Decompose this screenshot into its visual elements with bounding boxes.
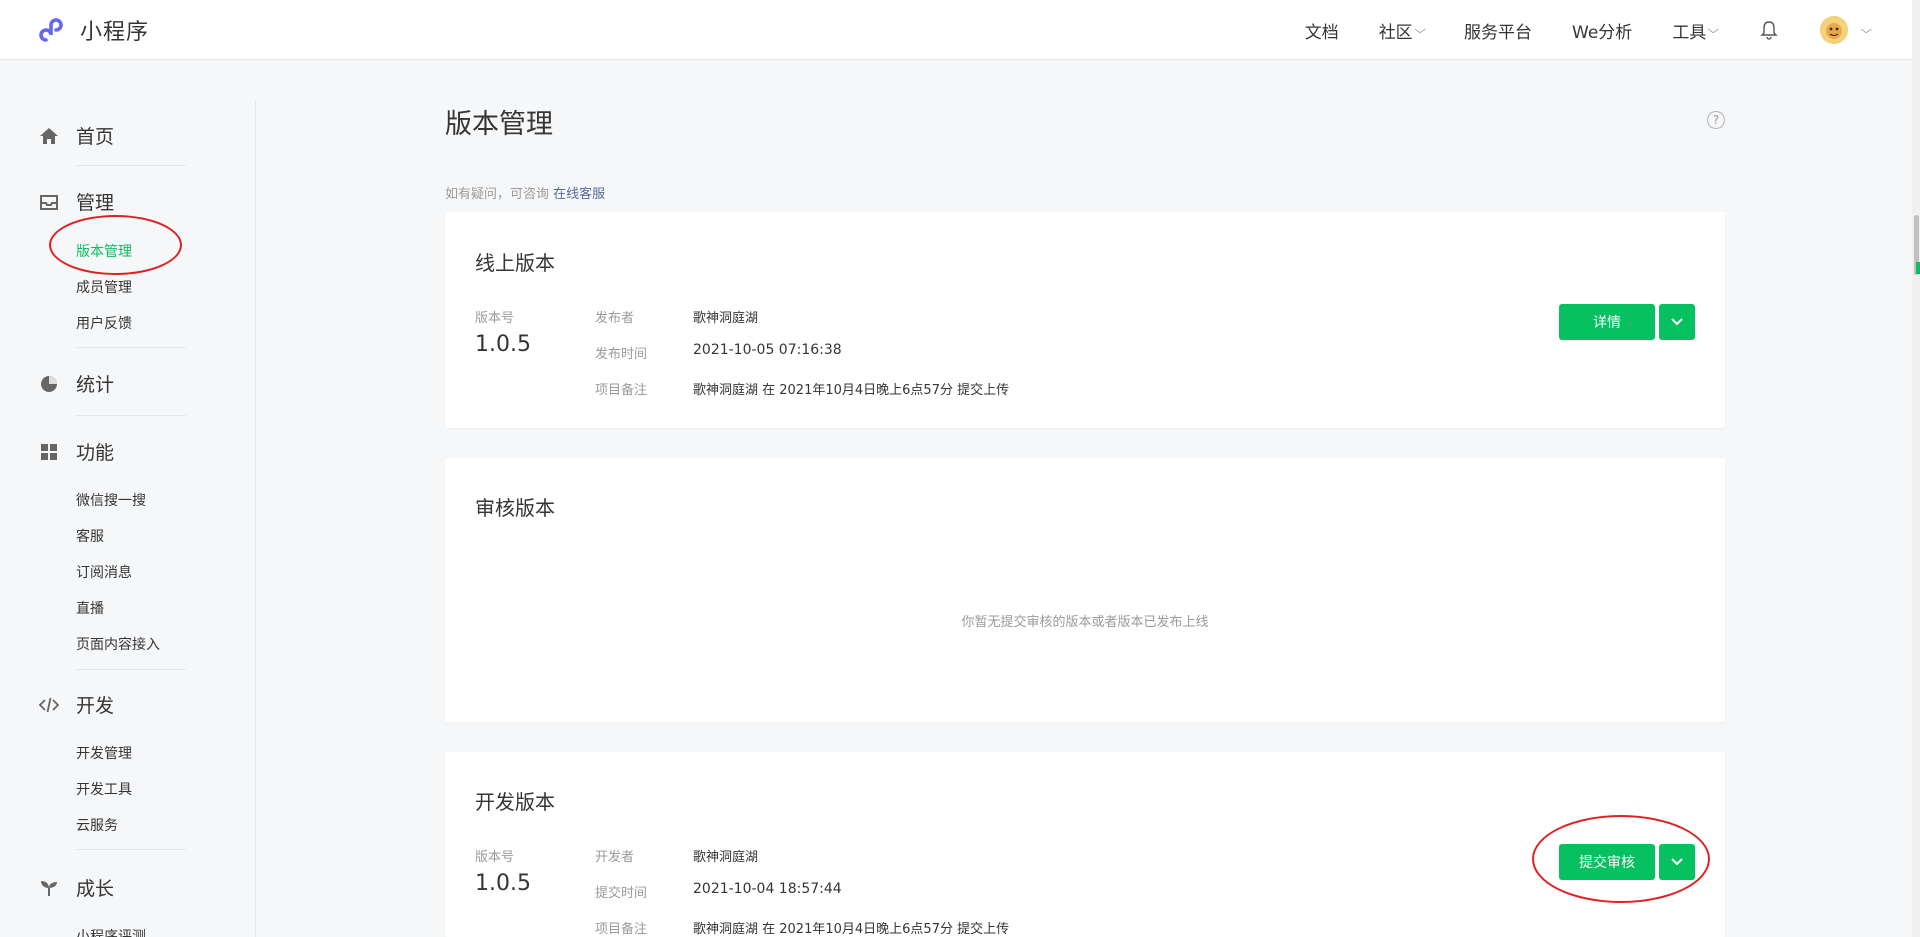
online-version-card: 线上版本 版本号 1.0.5 发布者 歌神洞庭湖 发布时间 2021-10-05… bbox=[445, 212, 1725, 428]
version-label: 版本号 bbox=[475, 850, 515, 865]
code-icon bbox=[38, 694, 60, 716]
home-icon bbox=[38, 125, 60, 147]
sidebar-home[interactable]: 首页 bbox=[38, 122, 114, 149]
sidebar-manage[interactable]: 管理 bbox=[38, 188, 114, 215]
help-icon[interactable]: ? bbox=[1707, 111, 1725, 129]
dev-more-dropdown[interactable] bbox=[1659, 844, 1695, 880]
chevron-down-icon bbox=[1671, 858, 1683, 866]
sidebar-home-label: 首页 bbox=[76, 126, 115, 148]
sidebar-item-wechat-search[interactable]: 微信搜一搜 bbox=[76, 490, 146, 510]
page-title: 版本管理 bbox=[445, 109, 553, 140]
top-bar: 小程序 文档 社区 ⌵ 服务平台 We分析 工具 ⌵ ⌵ bbox=[0, 0, 1912, 60]
field-value-remark: 歌神洞庭湖 在 2021年10月4日晚上6点57分 提交上传 bbox=[693, 922, 1010, 937]
logo[interactable]: 小程序 bbox=[38, 13, 149, 47]
divider bbox=[76, 415, 186, 416]
nav-tools-label: 工具 bbox=[1672, 22, 1707, 43]
field-value-publish-time: 2021-10-05 07:16:38 bbox=[693, 342, 842, 358]
sidebar-stats-label: 统计 bbox=[76, 374, 115, 396]
sidebar-item-evaluation[interactable]: 小程序评测 bbox=[76, 926, 146, 937]
avatar-image bbox=[1819, 16, 1848, 44]
inbox-icon bbox=[38, 191, 60, 213]
field-key-publish-time: 发布时间 bbox=[595, 347, 648, 362]
divider bbox=[76, 849, 186, 850]
sprout-icon bbox=[38, 877, 60, 899]
field-key-developer: 开发者 bbox=[595, 850, 635, 865]
field-key-remark: 项目备注 bbox=[595, 922, 648, 937]
field-key-submit-time: 提交时间 bbox=[595, 886, 648, 901]
nav-tools[interactable]: 工具 ⌵ bbox=[1672, 18, 1720, 43]
sidebar-item-page-content[interactable]: 页面内容接入 bbox=[76, 634, 160, 654]
online-more-dropdown[interactable] bbox=[1659, 304, 1695, 340]
divider bbox=[76, 165, 186, 166]
sidebar-item-member-management[interactable]: 成员管理 bbox=[76, 277, 132, 297]
submit-review-button[interactable]: 提交审核 bbox=[1559, 844, 1655, 880]
nav-docs[interactable]: 文档 bbox=[1305, 18, 1339, 43]
sidebar-features[interactable]: 功能 bbox=[38, 438, 114, 465]
field-key-remark: 项目备注 bbox=[595, 383, 648, 398]
sidebar-item-cloud-service[interactable]: 云服务 bbox=[76, 815, 118, 835]
field-value-developer: 歌神洞庭湖 bbox=[693, 850, 759, 865]
review-empty-text: 你暂无提交审核的版本或者版本已发布上线 bbox=[961, 615, 1209, 630]
divider bbox=[76, 669, 186, 670]
help-tip: 如有疑问，可咨询 在线客服 bbox=[445, 183, 605, 202]
field-key-publisher: 发布者 bbox=[595, 311, 635, 326]
chevron-down-icon bbox=[1671, 318, 1683, 326]
bell-icon[interactable] bbox=[1758, 19, 1780, 41]
sidebar-dev[interactable]: 开发 bbox=[38, 691, 114, 718]
review-version-card: 审核版本 你暂无提交审核的版本或者版本已发布上线 bbox=[445, 458, 1725, 722]
field-value-remark: 歌神洞庭湖 在 2021年10月4日晚上6点57分 提交上传 bbox=[693, 383, 1010, 398]
sidebar-dev-label: 开发 bbox=[76, 695, 115, 717]
sidebar-growth-label: 成长 bbox=[76, 878, 115, 900]
dev-version-title: 开发版本 bbox=[475, 790, 555, 814]
nav-community[interactable]: 社区 ⌵ bbox=[1378, 18, 1426, 43]
field-value-submit-time: 2021-10-04 18:57:44 bbox=[693, 881, 842, 897]
chevron-down-icon: ⌵ bbox=[1707, 23, 1720, 36]
grid-icon bbox=[38, 441, 60, 463]
online-version-title: 线上版本 bbox=[475, 251, 555, 275]
version-number: 1.0.5 bbox=[475, 332, 531, 357]
nav-we-analytics[interactable]: We分析 bbox=[1572, 18, 1632, 43]
scrollbar-accent bbox=[1916, 262, 1920, 274]
sidebar-features-label: 功能 bbox=[76, 442, 115, 464]
sidebar-item-dev-tools[interactable]: 开发工具 bbox=[76, 779, 132, 799]
page-scrollbar[interactable] bbox=[1912, 0, 1920, 937]
nav-service-platform[interactable]: 服务平台 bbox=[1464, 18, 1532, 43]
top-nav: 文档 社区 ⌵ 服务平台 We分析 工具 ⌵ ⌵ bbox=[1305, 0, 1912, 60]
mini-program-logo-icon bbox=[39, 18, 63, 42]
sidebar-item-customer-service[interactable]: 客服 bbox=[76, 526, 104, 546]
online-service-link[interactable]: 在线客服 bbox=[553, 187, 605, 202]
field-value-publisher: 歌神洞庭湖 bbox=[693, 311, 759, 326]
avatar[interactable] bbox=[1819, 16, 1848, 44]
help-tip-text: 如有疑问，可咨询 bbox=[445, 187, 550, 202]
sidebar-item-version-management[interactable]: 版本管理 bbox=[76, 241, 132, 261]
chevron-down-icon: ⌵ bbox=[1414, 23, 1426, 36]
sidebar-item-dev-management[interactable]: 开发管理 bbox=[76, 743, 132, 763]
version-label: 版本号 bbox=[475, 311, 515, 326]
version-number: 1.0.5 bbox=[475, 871, 531, 896]
logo-text: 小程序 bbox=[80, 20, 150, 45]
review-version-title: 审核版本 bbox=[475, 496, 555, 520]
divider bbox=[76, 347, 186, 348]
sidebar-manage-label: 管理 bbox=[76, 192, 115, 214]
pie-chart-icon bbox=[38, 373, 60, 395]
sidebar-item-live[interactable]: 直播 bbox=[76, 598, 104, 618]
dev-version-card: 开发版本 版本号 1.0.5 开发者 歌神洞庭湖 提交时间 2021-10-04… bbox=[445, 752, 1725, 937]
sidebar: 首页 管理 版本管理 成员管理 用户反馈 统计 功能 微信搜一搜 客服 订阅消息… bbox=[0, 100, 256, 937]
nav-community-label: 社区 bbox=[1378, 22, 1413, 43]
sidebar-item-subscription-messages[interactable]: 订阅消息 bbox=[76, 562, 132, 582]
sidebar-growth[interactable]: 成长 bbox=[38, 874, 114, 901]
sidebar-stats[interactable]: 统计 bbox=[38, 370, 114, 397]
details-button[interactable]: 详情 bbox=[1559, 304, 1655, 340]
sidebar-item-user-feedback[interactable]: 用户反馈 bbox=[76, 313, 132, 333]
account-chevron-down-icon[interactable]: ⌵ bbox=[1860, 23, 1872, 37]
